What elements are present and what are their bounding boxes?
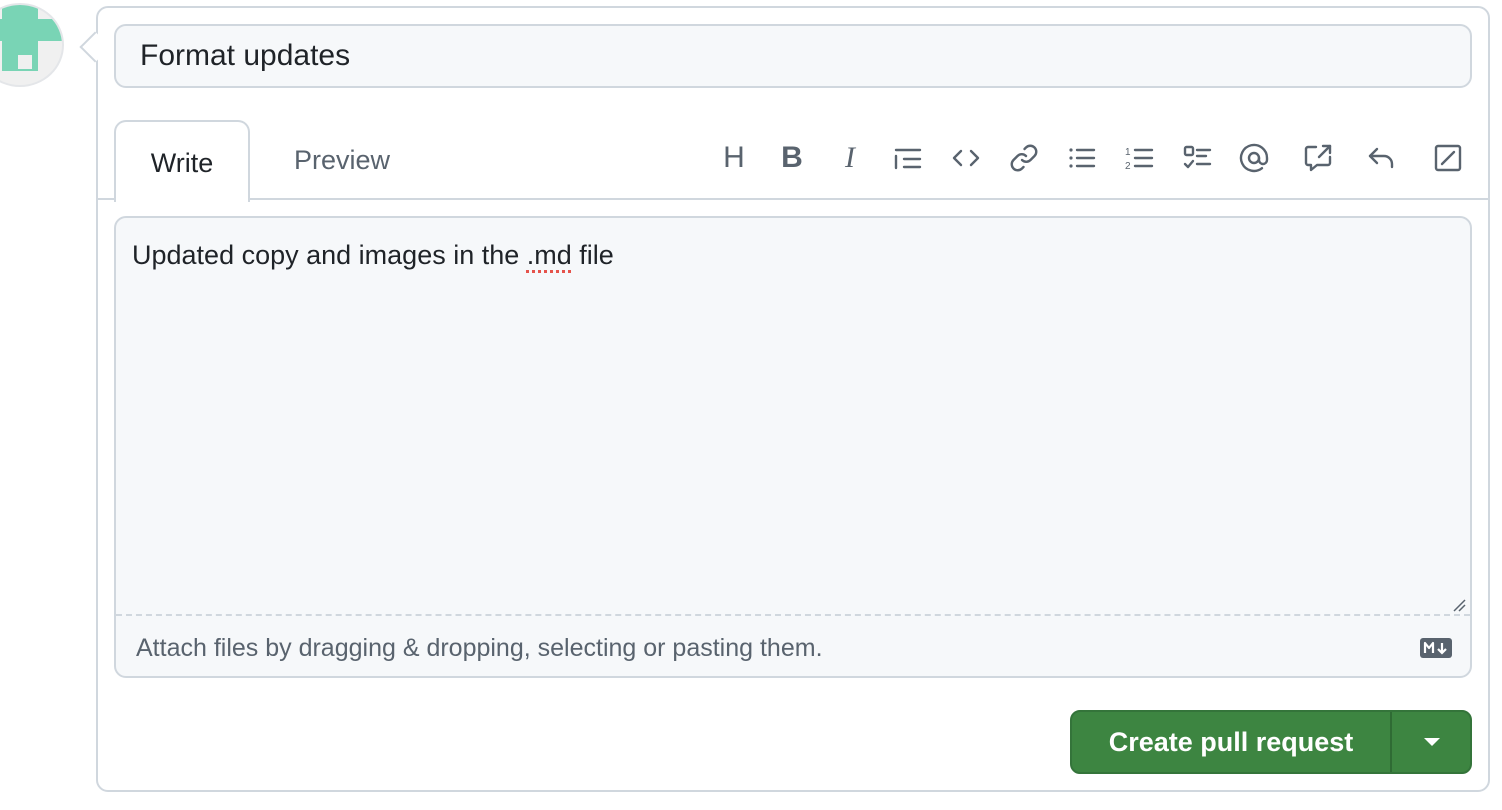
heading-label: H [723,141,745,174]
link-icon[interactable] [1004,138,1044,178]
body-text-after: file [571,240,614,270]
task-list-icon[interactable] [1178,138,1218,178]
markdown-icon[interactable] [1420,638,1452,658]
numbered-list-icon[interactable]: 12 [1120,138,1160,178]
create-pull-request-label: Create pull request [1108,726,1354,757]
fullscreen-icon[interactable] [1428,138,1468,178]
title-input[interactable] [114,24,1472,88]
resize-handle-icon[interactable] [1452,598,1466,612]
mention-icon[interactable] [1234,138,1274,178]
comment-body-textarea[interactable]: Updated copy and images in the .md file … [114,216,1472,678]
tab-write[interactable]: Write [114,120,250,202]
comment-body-text: Updated copy and images in the .md file [132,240,614,271]
body-text-before: Updated copy and images in the [132,240,527,270]
create-pr-options-dropdown[interactable] [1392,712,1470,772]
bulleted-list-icon[interactable] [1062,138,1102,178]
italic-label: I [845,141,855,174]
tab-write-label: Write [150,147,214,178]
attach-files-hint[interactable]: Attach files by dragging & dropping, sel… [136,634,823,663]
quote-icon[interactable] [888,138,928,178]
reply-icon[interactable] [1362,138,1402,178]
tab-preview[interactable]: Preview [266,120,418,200]
misspelled-word: .md [526,240,572,270]
bold-label: B [781,141,803,174]
italic-icon[interactable]: I [830,138,870,178]
reference-icon[interactable] [1298,138,1338,178]
svg-text:2: 2 [1125,161,1131,172]
svg-text:1: 1 [1125,147,1131,158]
avatar [0,3,64,87]
create-pr-button-group: Create pull request [1070,710,1472,774]
caret-down-icon [1424,738,1440,746]
code-icon[interactable] [946,138,986,178]
tab-preview-label: Preview [293,144,391,175]
heading-icon[interactable]: H [714,138,754,178]
bold-icon[interactable]: B [772,138,812,178]
attachment-divider [116,614,1470,616]
create-pull-request-button[interactable]: Create pull request [1072,712,1390,772]
